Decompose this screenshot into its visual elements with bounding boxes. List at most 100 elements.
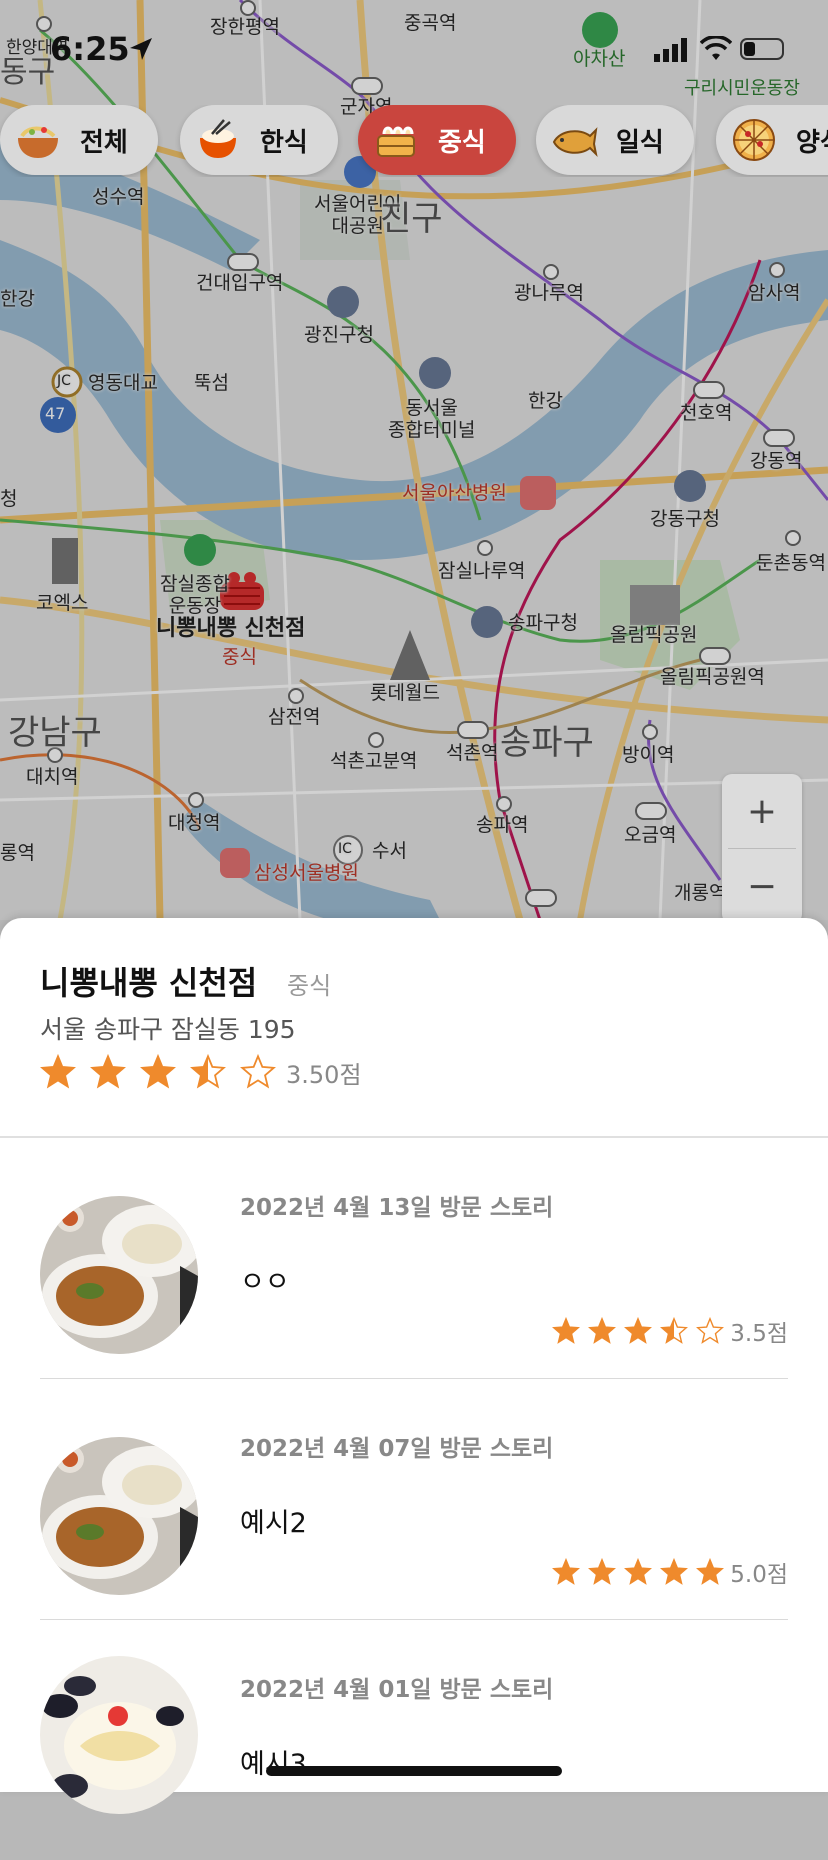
category-chip-korean[interactable]: 한식 [180, 105, 338, 175]
star-half-icon [190, 1054, 226, 1089]
map-label: 삼성서울병원 [254, 862, 359, 884]
star-empty-icon [696, 1317, 725, 1344]
map-label: 한강 [0, 288, 35, 310]
map-label: 47 [45, 404, 66, 423]
restaurant-map-label[interactable]: 니뽕내뽕 신천점 [156, 618, 305, 640]
review-rating-score: 3.5점 [730, 1321, 788, 1347]
map-label: 서울아산병원 [402, 482, 507, 504]
battery-icon [740, 38, 784, 60]
food-photo-image [40, 1196, 198, 1354]
category-chip-japanese[interactable]: 일식 [536, 105, 694, 175]
map-label: 코엑스 [36, 592, 89, 614]
review-photo[interactable] [40, 1196, 198, 1354]
map-label: 송파구 [500, 723, 594, 763]
review-rating: 5.0점 [552, 1555, 788, 1589]
map-label: 건대입구역 [196, 272, 284, 294]
food-photo-image [40, 1656, 198, 1814]
map-label: 뚝섬 [194, 372, 229, 394]
restaurant-map-category: 중식 [222, 646, 257, 668]
map-label: 대청역 [168, 812, 221, 834]
category-label: 양식 [796, 127, 828, 158]
fish-bread-icon [552, 127, 598, 158]
signal-icon [654, 38, 687, 62]
review-photo[interactable] [40, 1437, 198, 1595]
place-rating-score: 3.50점 [286, 1060, 362, 1089]
star-empty-icon [240, 1054, 276, 1089]
map-label: 영동대교 [88, 372, 158, 394]
star-full-icon [140, 1054, 176, 1089]
review-date: 2022년 4월 13일 방문 스토리 [240, 1195, 554, 1221]
map-label: 삼전역 [268, 706, 321, 728]
review-text: ㅇㅇ [240, 1267, 290, 1298]
map-label: 광진구청 [304, 324, 374, 346]
place-address: 서울 송파구 잠실동 195 [40, 1015, 296, 1044]
map-label: 석촌역 [446, 742, 499, 764]
star-full-icon [624, 1317, 653, 1344]
map-label: 롯데월드 [370, 682, 440, 704]
star-full-icon [696, 1558, 725, 1585]
map-label: 송파구청 [508, 612, 578, 634]
star-full-icon [660, 1558, 689, 1585]
map-label: 개롱역 [674, 882, 727, 904]
category-chip-western[interactable]: 양식 [716, 105, 828, 175]
map-label: 올림픽공원 [610, 624, 698, 646]
star-full-icon [588, 1317, 617, 1344]
map-label: 청 [0, 488, 18, 510]
category-chip-chinese[interactable]: 중식 [358, 105, 516, 175]
map-label: 수서 [372, 840, 407, 862]
category-chip-all[interactable]: 전체 [0, 105, 158, 175]
map-label: 구리시민운동장 [684, 78, 800, 99]
category-filter-bar: 전체 한식 중식 일식 양식 [0, 105, 828, 177]
map-label: 올림픽공원역 [660, 666, 765, 688]
noodle-bowl-icon [18, 126, 58, 158]
map-label: 암사역 [748, 282, 801, 304]
review-date: 2022년 4월 01일 방문 스토리 [240, 1677, 554, 1703]
dumpling-steamer-icon [377, 126, 415, 157]
review-rating-score: 5.0점 [730, 1562, 788, 1588]
star-full-icon [552, 1558, 581, 1585]
category-label: 한식 [260, 127, 308, 158]
pizza-icon [733, 119, 775, 161]
map-label: 잠실나루역 [438, 560, 526, 582]
rice-bowl-icon [200, 119, 236, 158]
wifi-icon [700, 36, 732, 60]
map-label: 광나루역 [514, 282, 584, 304]
review-photo[interactable] [40, 1656, 198, 1814]
place-category: 중식 [287, 972, 332, 1000]
review-text: 예시2 [240, 1508, 307, 1539]
map-label: 오금역 [624, 824, 677, 846]
map-label: JC [57, 373, 71, 389]
star-full-icon [624, 1558, 653, 1585]
zoom-in-button[interactable]: + [722, 774, 802, 848]
home-indicator[interactable] [266, 1766, 562, 1776]
review-date: 2022년 4월 07일 방문 스토리 [240, 1436, 554, 1462]
place-detail-sheet[interactable]: 니뽕내뽕 신천점 중식 서울 송파구 잠실동 195 3.50점 2022년 4… [0, 918, 828, 1814]
map-label: 성수역 [92, 186, 145, 208]
map-label: 강동역 [750, 450, 803, 472]
map-label: 한강 [528, 390, 563, 412]
map-label: 둔촌동역 [756, 552, 826, 574]
category-label: 전체 [80, 127, 128, 158]
map-label: 방이역 [622, 744, 675, 766]
review-item[interactable]: 2022년 4월 07일 방문 스토리 예시2 5.0점 [0, 1379, 828, 1619]
category-label: 중식 [438, 127, 486, 158]
map-label: 롱역 [0, 842, 35, 864]
map-label: 강남구 [8, 713, 102, 753]
map-label: 잠실종합 운동장 [160, 573, 230, 617]
star-full-icon [90, 1054, 126, 1089]
star-full-icon [40, 1054, 76, 1089]
status-time: 6:25 [50, 30, 130, 68]
map-label: 대치역 [26, 766, 79, 788]
review-rating: 3.5점 [552, 1314, 788, 1348]
star-full-icon [552, 1317, 581, 1344]
star-full-icon [588, 1558, 617, 1585]
status-bar: 6:25 [0, 26, 828, 76]
category-label: 일식 [616, 127, 664, 158]
map-label: 송파역 [476, 814, 529, 836]
map-label: 석촌고분역 [330, 750, 418, 772]
zoom-out-button[interactable]: − [722, 849, 802, 923]
review-item[interactable]: 2022년 4월 13일 방문 스토리 ㅇㅇ 3.5점 [0, 1138, 828, 1378]
location-arrow-icon [130, 38, 152, 60]
review-item[interactable]: 2022년 4월 01일 방문 스토리 예시3 [0, 1620, 828, 1860]
food-photo-image [40, 1437, 198, 1595]
